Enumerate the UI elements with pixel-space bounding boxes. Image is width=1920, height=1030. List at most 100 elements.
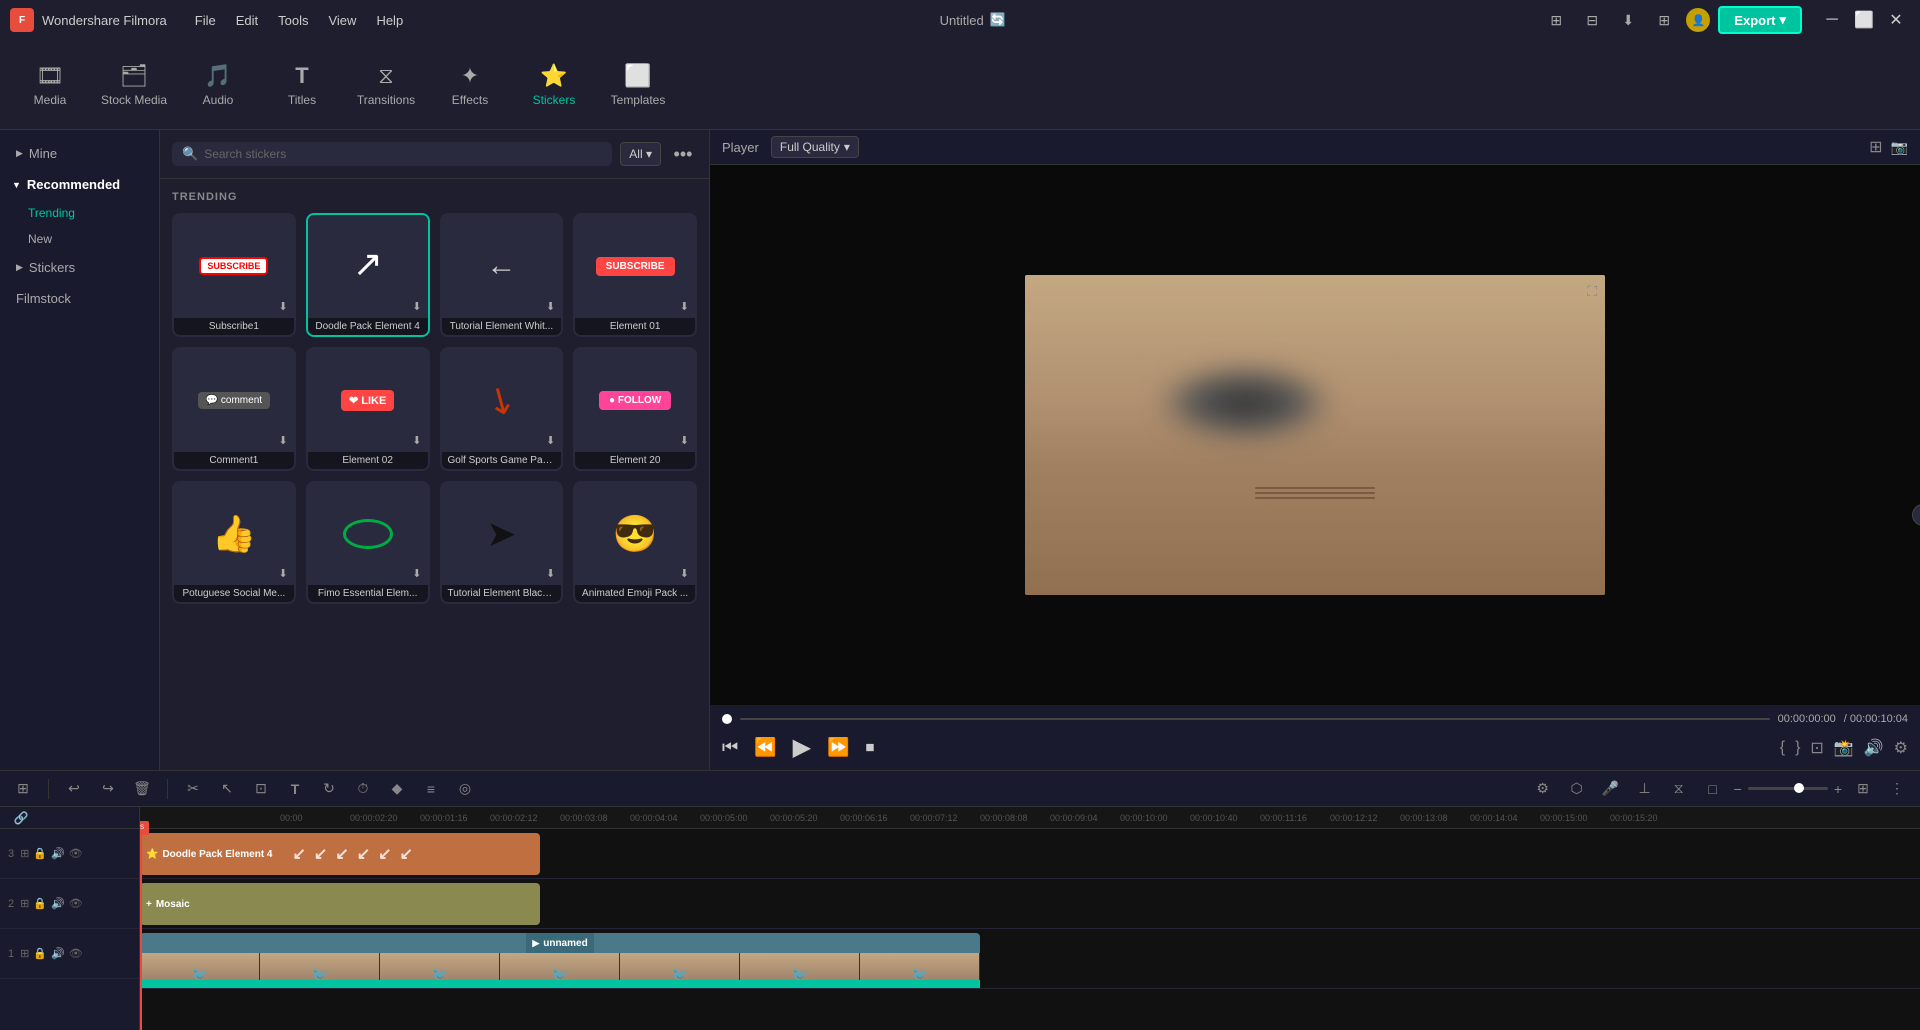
track-1-lock[interactable]: 🔒 [33,947,47,960]
out-point-icon[interactable]: } [1795,739,1800,757]
sidebar-sub-new[interactable]: New [0,226,159,252]
record-tool[interactable]: 🎤 [1598,776,1624,802]
text-tool[interactable]: T [282,776,308,802]
sticker-item-doodle4[interactable]: ↙ ⬇ Doodle Pack Element 4 [306,213,430,337]
maximize-button[interactable]: ⬜ [1850,6,1878,34]
zoom-out-icon[interactable]: − [1734,781,1742,797]
track-2-lock[interactable]: 🔒 [33,897,47,910]
undo-button[interactable]: ↩ [61,776,87,802]
transition-tool[interactable]: ⧖ [1666,776,1692,802]
keyframe-tool[interactable]: ◎ [452,776,478,802]
screenshot-icon[interactable]: 📷 [1891,139,1908,156]
tool-audio[interactable]: 🎵 Audio [178,45,258,125]
download-icon-4[interactable]: ⬇ [680,300,689,313]
fullscreen-icon[interactable]: ⛶ [1587,283,1597,300]
sidebar-item-filmstock[interactable]: Filmstock [0,283,159,314]
clip-video[interactable]: ▶ unnamed 🐦 🐦 🐦 🐦 🐦 🐦 🐦 [140,933,980,983]
speed-tool[interactable]: ⏱ [350,776,376,802]
audio-tool[interactable]: ≡ [418,776,444,802]
sticker-item-subscribe1[interactable]: SUBSCRIBE ⬇ Subscribe1 [172,213,296,337]
sidebar-sub-trending[interactable]: Trending [0,200,159,226]
snapshot-icon[interactable]: 📸 [1834,738,1854,758]
tool-effects[interactable]: ✦ Effects [430,45,510,125]
download-icon-10[interactable]: ⬇ [412,567,421,580]
search-input[interactable] [204,147,602,161]
download-icon-7[interactable]: ⬇ [546,434,555,447]
tool-templates[interactable]: ⬜ Templates [598,45,678,125]
download-icon-11[interactable]: ⬇ [546,567,555,580]
link-icon[interactable]: 🔗 [8,807,34,831]
sidebar-section-recommended[interactable]: ▼ Recommended [0,169,159,200]
menu-file[interactable]: File [195,13,216,28]
resize-icon[interactable]: ⊟ [1578,6,1606,34]
close-button[interactable]: ✕ [1882,6,1910,34]
track-3-lock[interactable]: 🔒 [33,847,47,860]
download-icon-1[interactable]: ⬇ [279,300,288,313]
grid-view-button[interactable]: ⊞ [1850,776,1876,802]
in-point-icon[interactable]: { [1780,739,1785,757]
track-add-button[interactable]: ⊞ [10,776,36,802]
download-icon-5[interactable]: ⬇ [279,434,288,447]
sticker-item-element02[interactable]: ❤ LIKE ⬇ Element 02 [306,347,430,471]
download-icon-6[interactable]: ⬇ [412,434,421,447]
zoom-control[interactable]: − + [1734,781,1842,797]
sticker-item-element20[interactable]: ● FOLLOW ⬇ Element 20 Follow Element 20 [573,347,697,471]
download-icon-8[interactable]: ⬇ [680,434,689,447]
track-2-audio[interactable]: 🔊 [51,897,65,910]
sticker-item-tutorial-black3[interactable]: ➤ ⬇ Tutorial Element Black 3 [440,481,564,605]
color-tool[interactable]: ◆ [384,776,410,802]
menu-help[interactable]: Help [376,13,403,28]
minimize-button[interactable]: ─ [1818,6,1846,34]
grid-icon[interactable]: ⊞ [1650,6,1678,34]
tool-stickers[interactable]: ⭐ Stickers [514,45,594,125]
track-1-audio[interactable]: 🔊 [51,947,65,960]
select-tool[interactable]: ↖ [214,776,240,802]
sticker-item-emoji[interactable]: 😎 ⬇ Animated Emoji Pack ... [573,481,697,605]
track-2-group[interactable]: ⊞ [20,897,29,910]
more-options-tl[interactable]: ⋮ [1884,776,1910,802]
zoom-in-icon[interactable]: + [1834,781,1842,797]
rotation-tool[interactable]: ↻ [316,776,342,802]
crop-tool[interactable]: ⊡ [248,776,274,802]
download-icon-9[interactable]: ⬇ [279,567,288,580]
sticker-item-tutorial-white[interactable]: ← ⬇ Tutorial Element Whit... [440,213,564,337]
download-icon-3[interactable]: ⬇ [546,300,555,313]
settings-icon[interactable]: ⚙ [1894,738,1908,758]
account-icon[interactable]: 👤 [1686,8,1710,32]
track-3-eye[interactable]: 👁 [69,847,83,860]
sidebar-item-mine[interactable]: ▶ Mine [0,138,159,169]
step-back-button[interactable]: ⏪ [754,737,776,758]
track-1-group[interactable]: ⊞ [20,947,29,960]
tool-transitions[interactable]: ⧖ Transitions [346,45,426,125]
sticker-item-comment1[interactable]: 💬 comment ⬇ Comment1 [172,347,296,471]
video-progress-bar[interactable]: 00:00:00:00 / 00:00:10:04 [722,713,1908,725]
quality-select[interactable]: Full Quality ▾ [771,136,859,158]
step-forward-button[interactable]: ⏩ [827,737,849,758]
settings-tool[interactable]: ⚙ [1530,776,1556,802]
render-tool[interactable]: □ [1700,776,1726,802]
download-icon[interactable]: ⬇ [1614,6,1642,34]
crop-icon[interactable]: ⊞ [1869,137,1882,157]
volume-icon[interactable]: 🔊 [1864,738,1884,758]
download-icon-12[interactable]: ⬇ [680,567,689,580]
sticker-item-golf[interactable]: ↘ ⬇ Golf Sports Game Pac... [440,347,564,471]
sticker-item-element01[interactable]: SUBSCRIBE ⬇ Element 01 [573,213,697,337]
all-dropdown[interactable]: All ▾ [620,142,661,166]
zoom-slider[interactable] [1748,787,1828,790]
tool-stock-media[interactable]: 🗂 Stock Media [94,45,174,125]
sticker-item-fimo[interactable]: ⬇ Fimo Essential Elem... [306,481,430,605]
menu-view[interactable]: View [328,13,356,28]
resize-view-icon[interactable]: ⊡ [1810,738,1823,758]
menu-tools[interactable]: Tools [278,13,308,28]
redo-button[interactable]: ↪ [95,776,121,802]
track-3-group[interactable]: ⊞ [20,847,29,860]
stop-button[interactable]: ⏹ [866,737,875,758]
magnet-tool[interactable]: ⬡ [1564,776,1590,802]
more-options-button[interactable]: ••• [669,140,697,168]
split-tool[interactable]: ⊥ [1632,776,1658,802]
play-button[interactable]: ▶ [793,733,811,762]
clip-mosaic[interactable]: + Mosaic [140,883,540,925]
search-input-wrap[interactable]: 🔍 [172,142,612,166]
tool-media[interactable]: 🎞 Media [10,45,90,125]
download-icon-2[interactable]: ⬇ [412,300,421,313]
